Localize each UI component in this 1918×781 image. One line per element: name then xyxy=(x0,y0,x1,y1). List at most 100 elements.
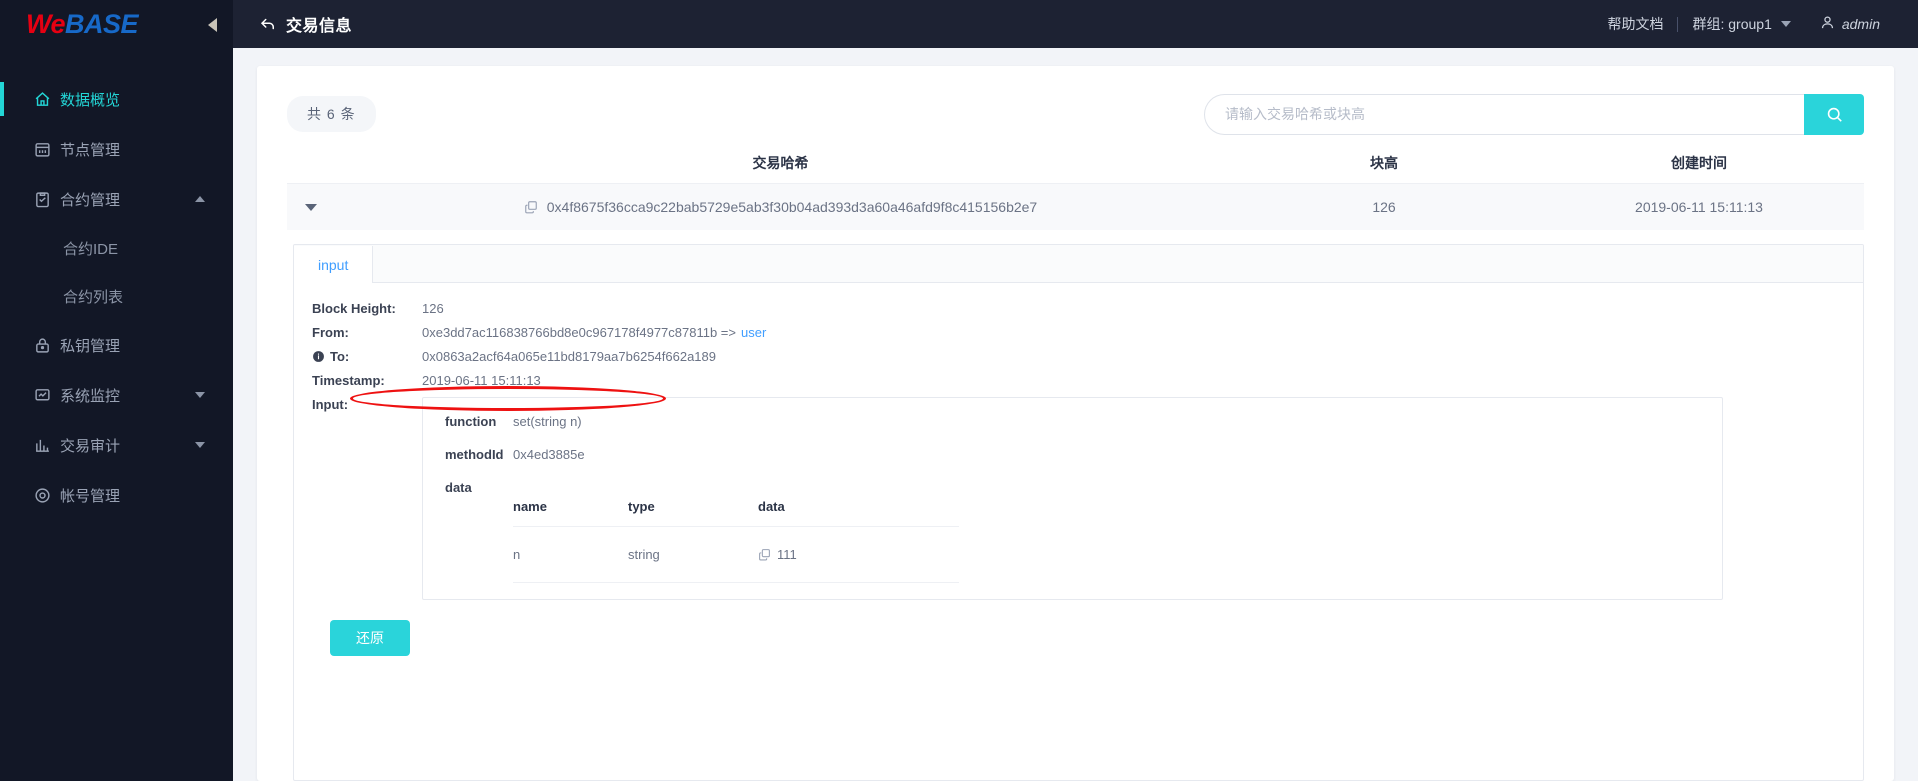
detail-body: Block Height: 126 From: 0xe3dd7ac1168387… xyxy=(294,283,1863,656)
chevron-down-icon[interactable] xyxy=(195,392,205,398)
table-row[interactable]: 0x4f8675f36cca9c22bab5729e5ab3f30b04ad39… xyxy=(287,184,1864,230)
detail-tabbar: input xyxy=(294,245,1863,283)
input-data-cell-value: 111 xyxy=(777,547,797,562)
clipboard-icon xyxy=(34,191,60,208)
expand-caret-icon[interactable] xyxy=(305,203,317,211)
sidebar-subitem-label: 合约列表 xyxy=(63,288,124,306)
detail-to-value: 0x0863a2acf64a065e11bd8179aa7b6254f662a1… xyxy=(422,349,716,364)
page-title: 交易信息 xyxy=(286,18,353,35)
copy-icon[interactable] xyxy=(758,548,771,561)
input-data-key: data xyxy=(445,480,472,495)
detail-to-row: To: 0x0863a2acf64a065e11bd8179aa7b6254f6… xyxy=(312,349,1863,364)
input-methodid-value: 0x4ed3885e xyxy=(513,447,585,462)
input-detail-box: function set(string n) methodId 0x4ed388… xyxy=(422,397,1723,600)
sidebar-item-label: 帐号管理 xyxy=(60,487,121,505)
detail-from-user-link[interactable]: user xyxy=(741,325,766,340)
info-icon[interactable] xyxy=(312,350,325,363)
sidebar-item-monitor[interactable]: 系统监控 xyxy=(0,370,233,420)
transaction-detail-panel: input Block Height: 126 From: 0xe3dd7ac1… xyxy=(293,244,1864,781)
sidebar-item-privatekey[interactable]: 私钥管理 xyxy=(0,320,233,370)
tabbar-filler xyxy=(373,245,1863,282)
sidebar-nav: 数据概览 节点管理 合约管理 合约IDE 合约列表 私钥管理 系统监控 交易审计… xyxy=(0,74,233,520)
chart-icon xyxy=(34,437,60,454)
row-hash-value: 0x4f8675f36cca9c22bab5729e5ab3f30b04ad39… xyxy=(546,199,1038,215)
count-badge: 共 6 条 xyxy=(287,96,376,132)
input-data-header-data: data xyxy=(758,499,785,514)
card-toolbar: 共 6 条 xyxy=(287,86,1864,142)
chevron-up-icon[interactable] xyxy=(195,196,205,202)
input-methodid-key: methodId xyxy=(445,447,504,462)
input-data-header-name: name xyxy=(513,499,547,514)
sidebar-item-label: 数据概览 xyxy=(60,91,121,109)
detail-to-key: To: xyxy=(312,349,422,364)
chevron-down-icon xyxy=(1780,21,1791,27)
detail-timestamp-key: Timestamp: xyxy=(312,373,385,388)
main-area: 交易信息 帮助文档 群组: group1 admin 共 6 条 请输入交易哈希… xyxy=(233,0,1918,781)
user-name: admin xyxy=(1841,16,1880,32)
sidebar-item-account[interactable]: 帐号管理 xyxy=(0,470,233,520)
table-header-hash: 交易哈希 xyxy=(752,154,809,171)
detail-from-key: From: xyxy=(312,325,349,340)
topbar-right: 帮助文档 群组: group1 admin xyxy=(1593,14,1894,34)
input-data-table: name type data n string 111 xyxy=(513,499,959,583)
copy-icon[interactable] xyxy=(524,200,538,214)
sidebar-item-label: 节点管理 xyxy=(60,141,121,159)
chevron-down-icon[interactable] xyxy=(195,442,205,448)
sidebar-item-label: 系统监控 xyxy=(60,387,121,405)
app-root: WeBASE 数据概览 节点管理 合约管理 合约IDE 合约列表 私钥管理 系统… xyxy=(0,0,1918,781)
logo-part-we: We xyxy=(26,8,66,39)
sidebar-item-label: 私钥管理 xyxy=(60,337,121,355)
search-button[interactable] xyxy=(1804,93,1864,135)
detail-timestamp-value: 2019-06-11 15:11:13 xyxy=(422,373,541,388)
group-selector-label: 群组: group1 xyxy=(1692,16,1772,32)
sidebar-item-audit[interactable]: 交易审计 xyxy=(0,420,233,470)
input-function-row: function set(string n) xyxy=(445,414,1722,429)
search-input[interactable] xyxy=(1204,93,1804,135)
lock-icon xyxy=(34,337,60,354)
logo-part-base: BASE xyxy=(65,8,139,39)
node-icon xyxy=(34,141,60,158)
restore-button[interactable]: 还原 xyxy=(330,620,410,656)
tab-input[interactable]: input xyxy=(294,246,374,283)
transaction-card: 共 6 条 交易哈希 块高 创建时间 xyxy=(257,66,1894,781)
input-function-value: set(string n) xyxy=(513,414,582,429)
content-area: 共 6 条 交易哈希 块高 创建时间 xyxy=(233,48,1918,781)
input-methodid-row: methodId 0x4ed3885e xyxy=(445,447,1722,462)
input-data-table-header: name type data xyxy=(513,499,959,527)
user-menu[interactable]: admin xyxy=(1805,14,1894,34)
group-selector[interactable]: 群组: group1 xyxy=(1678,14,1804,34)
monitor-icon xyxy=(34,387,60,404)
row-time-value: 2019-06-11 15:11:13 xyxy=(1635,199,1763,215)
sidebar-item-label: 合约管理 xyxy=(60,191,121,209)
sidebar-item-contract-list[interactable]: 合约列表 xyxy=(0,272,233,320)
sidebar-collapse-icon[interactable] xyxy=(208,18,217,32)
detail-to-key-label: To: xyxy=(330,349,350,364)
back-arrow-icon[interactable] xyxy=(259,15,277,33)
sidebar-item-label: 交易审计 xyxy=(60,437,121,455)
help-doc-link[interactable]: 帮助文档 xyxy=(1593,14,1677,34)
row-block-value: 126 xyxy=(1372,199,1396,215)
sidebar-item-contract[interactable]: 合约管理 xyxy=(0,174,233,224)
sidebar-item-contract-ide[interactable]: 合约IDE xyxy=(0,224,233,272)
topbar-left: 交易信息 xyxy=(259,12,352,36)
input-function-key: function xyxy=(445,414,497,429)
table-header-block: 块高 xyxy=(1370,154,1398,171)
avatar xyxy=(1819,14,1836,34)
input-data-cell-type: string xyxy=(628,547,660,562)
detail-input-key: Input: xyxy=(312,397,349,412)
sidebar-item-node[interactable]: 节点管理 xyxy=(0,124,233,174)
sidebar-item-overview[interactable]: 数据概览 xyxy=(0,74,233,124)
table-header: 交易哈希 块高 创建时间 xyxy=(287,142,1864,184)
logo-area: WeBASE xyxy=(0,0,233,48)
topbar: 交易信息 帮助文档 群组: group1 admin xyxy=(233,0,1918,48)
home-icon xyxy=(34,91,60,108)
detail-from-row: From: 0xe3dd7ac116838766bd8e0c967178f497… xyxy=(312,325,1863,340)
row-hash-cell: 0x4f8675f36cca9c22bab5729e5ab3f30b04ad39… xyxy=(327,199,1234,215)
input-data-cell-data: 111 xyxy=(758,547,959,562)
detail-block-height-key: Block Height: xyxy=(312,301,396,316)
row-expand-cell xyxy=(287,203,327,211)
sidebar-subitem-label: 合约IDE xyxy=(63,240,119,258)
detail-input-row: Input: function set(string n) methodId 0… xyxy=(312,397,1863,600)
detail-block-height-value: 126 xyxy=(422,301,444,316)
table-header-time: 创建时间 xyxy=(1671,154,1727,171)
